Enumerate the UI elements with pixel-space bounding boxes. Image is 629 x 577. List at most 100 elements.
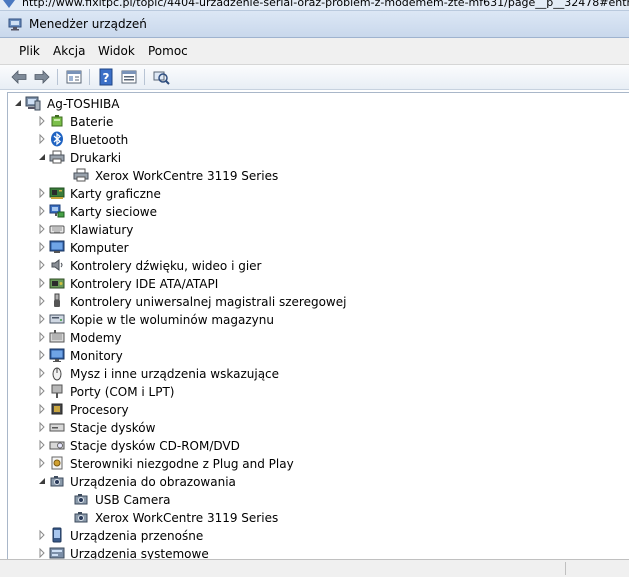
browser-url-text[interactable]: http://www.fixitpc.pl/topic/4404-urzadze… bbox=[22, 0, 629, 9]
browser-dropdown-icon[interactable] bbox=[3, 0, 15, 8]
device-tree[interactable]: Ag-TOSHIBA Baterie Bluetooth Drukarki Xerox… bbox=[7, 92, 629, 559]
tree-item-label: Kontrolery dźwięku, wideo i gier bbox=[70, 259, 262, 273]
keyboard-icon bbox=[49, 225, 65, 234]
tree-item-label: Mysz i inne urządzenia wskazujące bbox=[70, 367, 280, 381]
window-title-bar: Menedżer urządzeń bbox=[0, 11, 629, 38]
cdrom-icon bbox=[49, 441, 65, 450]
menu-item-plik[interactable]: Plik bbox=[17, 44, 42, 58]
tree-item-label: Klawiatury bbox=[70, 223, 134, 237]
printer-icon bbox=[73, 168, 89, 182]
tree-item-label: Sterowniki niezgodne z Plug and Play bbox=[70, 457, 294, 471]
window-title: Menedżer urządzeń bbox=[29, 17, 147, 31]
tree-item-label: Stacje dysków CD-ROM/DVD bbox=[70, 439, 240, 453]
toolbar-separator bbox=[144, 69, 145, 85]
collapse-arrow-icon[interactable] bbox=[13, 94, 23, 112]
browser-url-bar[interactable]: http://www.fixitpc.pl/topic/4404-urzadze… bbox=[0, 0, 629, 11]
tree-item-label: Kontrolery IDE ATA/ATAPI bbox=[70, 277, 219, 291]
tree-item-label: Kopie w tle woluminów magazynu bbox=[70, 313, 274, 327]
svg-text:?: ? bbox=[103, 71, 110, 85]
tree-item-label: Baterie bbox=[70, 115, 114, 129]
expand-arrow-icon[interactable] bbox=[37, 364, 47, 382]
menu-item-pomoc[interactable]: Pomoc bbox=[146, 44, 190, 58]
tree-item-label: USB Camera bbox=[95, 493, 171, 507]
status-bar bbox=[0, 559, 629, 577]
tree-item-label: Urządzenia systemowe bbox=[70, 547, 209, 559]
tree-item-label: Urządzenia przenośne bbox=[70, 529, 204, 543]
speaker-icon bbox=[51, 259, 63, 271]
mouse-icon bbox=[52, 367, 62, 381]
toolbar-separator bbox=[89, 69, 90, 85]
ide-controller-icon bbox=[49, 278, 65, 289]
computer-icon bbox=[49, 240, 65, 253]
expand-arrow-icon[interactable] bbox=[37, 328, 47, 346]
tree-item-label: Drukarki bbox=[70, 151, 122, 165]
toolbar-separator bbox=[57, 69, 58, 85]
network-adapter-icon bbox=[49, 204, 65, 218]
menu-item-akcja[interactable]: Akcja bbox=[51, 44, 87, 58]
processor-icon bbox=[51, 403, 63, 415]
console-view-icon[interactable] bbox=[120, 68, 138, 86]
expand-arrow-icon[interactable] bbox=[37, 526, 47, 544]
tree-root-label: Ag-TOSHIBA bbox=[47, 97, 120, 111]
camera-icon bbox=[50, 476, 64, 487]
properties-view-icon[interactable] bbox=[65, 68, 83, 86]
monitor-icon bbox=[49, 348, 65, 362]
portable-device-icon bbox=[52, 527, 62, 543]
expand-arrow-icon[interactable] bbox=[37, 202, 47, 220]
help-icon[interactable]: ? bbox=[97, 68, 115, 86]
tree-item-label: Karty sieciowe bbox=[70, 205, 158, 219]
non-pnp-driver-icon bbox=[51, 456, 63, 470]
usb-icon bbox=[54, 293, 60, 307]
expand-arrow-icon[interactable] bbox=[37, 310, 47, 328]
tree-item-label: Stacje dysków bbox=[70, 421, 156, 435]
scan-hardware-icon[interactable] bbox=[152, 68, 170, 86]
disk-drive-icon bbox=[49, 423, 65, 432]
tree-item-label: Procesory bbox=[70, 403, 129, 417]
menu-bar: Plik Akcja Widok Pomoc bbox=[0, 38, 629, 65]
camera-icon bbox=[74, 512, 88, 523]
battery-icon bbox=[51, 115, 63, 127]
expand-arrow-icon[interactable] bbox=[37, 292, 47, 310]
expand-arrow-icon[interactable] bbox=[37, 256, 47, 274]
tree-item-label: Urządzenia do obrazowania bbox=[70, 475, 236, 489]
tree-item-label: Porty (COM i LPT) bbox=[70, 385, 175, 399]
storage-volume-icon bbox=[49, 314, 65, 324]
toolbar: ? bbox=[0, 65, 629, 90]
collapse-arrow-icon[interactable] bbox=[37, 472, 47, 490]
tree-item-label: Karty graficzne bbox=[70, 187, 161, 201]
tree-item-label: Bluetooth bbox=[70, 133, 129, 147]
expand-arrow-icon[interactable] bbox=[37, 274, 47, 292]
expand-arrow-icon[interactable] bbox=[37, 454, 47, 472]
tree-item-label: Xerox WorkCentre 3119 Series bbox=[95, 169, 279, 183]
expand-arrow-icon[interactable] bbox=[37, 346, 47, 364]
tree-item-label: Monitory bbox=[70, 349, 123, 363]
system-device-icon bbox=[49, 547, 65, 559]
expand-arrow-icon[interactable] bbox=[37, 400, 47, 418]
expand-arrow-icon[interactable] bbox=[37, 436, 47, 454]
expand-arrow-icon[interactable] bbox=[37, 544, 47, 559]
collapse-arrow-icon[interactable] bbox=[37, 148, 47, 166]
tree-item-label: Xerox WorkCentre 3119 Series bbox=[95, 511, 279, 525]
computer-root-icon bbox=[25, 96, 41, 111]
expand-arrow-icon[interactable] bbox=[37, 184, 47, 202]
display-adapter-icon bbox=[49, 187, 65, 199]
expand-arrow-icon[interactable] bbox=[37, 238, 47, 256]
device-manager-icon bbox=[8, 18, 22, 31]
expand-arrow-icon[interactable] bbox=[37, 418, 47, 436]
tree-item-label: Kontrolery uniwersalnej magistrali szere… bbox=[70, 295, 347, 309]
bluetooth-icon bbox=[51, 131, 63, 147]
camera-icon bbox=[74, 494, 88, 505]
port-icon bbox=[51, 384, 63, 398]
modem-icon bbox=[49, 330, 65, 343]
menu-item-widok[interactable]: Widok bbox=[96, 44, 137, 58]
tree-item-label: Komputer bbox=[70, 241, 129, 255]
forward-arrow-icon[interactable] bbox=[33, 68, 51, 86]
expand-arrow-icon[interactable] bbox=[37, 130, 47, 148]
tree-item-label: Modemy bbox=[70, 331, 122, 345]
back-arrow-icon[interactable] bbox=[10, 68, 28, 86]
expand-arrow-icon[interactable] bbox=[37, 220, 47, 238]
expand-arrow-icon[interactable] bbox=[37, 112, 47, 130]
expand-arrow-icon[interactable] bbox=[37, 382, 47, 400]
printer-icon bbox=[49, 150, 65, 164]
status-bar-separator bbox=[565, 562, 566, 575]
